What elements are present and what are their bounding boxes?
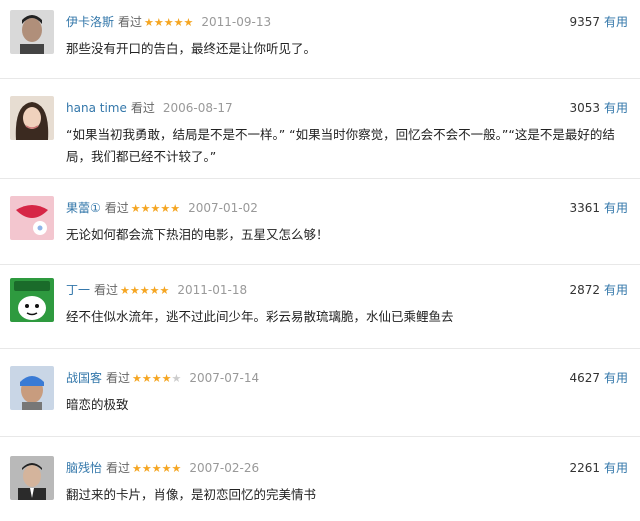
review-text: 经不住似水流年，逃不过此间少年。彩云易散琉璃脆，水仙已乘鲤鱼去 xyxy=(66,309,454,324)
portrait-female-icon xyxy=(10,96,54,140)
review-meta: 伊卡洛斯 看过 ★★★★★ 2011-09-13 xyxy=(66,14,271,31)
review-date: 2007-02-26 xyxy=(189,461,260,475)
avatar[interactable] xyxy=(10,10,54,54)
seen-label: 看过 xyxy=(130,101,155,115)
review-date: 2011-01-18 xyxy=(177,283,248,297)
review-item: 果蕾① 看过 ★★★★★ 2007-01-02 3361 有用 无论如何都会流下热泪的电… xyxy=(0,186,640,265)
useful-button[interactable]: 有用 xyxy=(604,201,628,215)
avatar[interactable] xyxy=(10,456,54,500)
vote-area: 4627 有用 xyxy=(569,370,628,386)
seen-label: 看过 xyxy=(118,15,143,29)
seen-label: 看过 xyxy=(106,461,131,475)
avatar[interactable] xyxy=(10,96,54,140)
review-item: 丁一 看过 ★★★★★ 2011-01-18 2872 有用 经不住似水流年，逃不过此间… xyxy=(0,268,640,349)
username-link[interactable]: 果蕾① xyxy=(66,201,101,215)
vote-count: 4627 xyxy=(569,371,600,385)
username-link[interactable]: 脑残怡 xyxy=(66,461,102,475)
review-text: 那些没有开口的告白，最终还是让你听见了。 xyxy=(66,41,317,56)
vote-area: 2872 有用 xyxy=(569,282,628,298)
seen-label: 看过 xyxy=(94,283,119,297)
cartoon-face-icon xyxy=(10,278,54,322)
portrait-male-icon xyxy=(10,10,54,54)
lips-flower-icon xyxy=(10,196,54,240)
username-link[interactable]: 伊卡洛斯 xyxy=(66,15,114,29)
review-date: 2011-09-13 xyxy=(201,15,272,29)
review-text: 无论如何都会流下热泪的电影，五星又怎么够！ xyxy=(66,227,329,242)
review-text: “如果当初我勇敢，结局是不是不一样。” “如果当时你察觉，回忆会不会不一般。”“… xyxy=(66,127,615,164)
useful-button[interactable]: 有用 xyxy=(604,461,628,475)
seen-label: 看过 xyxy=(104,201,129,215)
vote-area: 2261 有用 xyxy=(569,460,628,476)
useful-button[interactable]: 有用 xyxy=(604,101,628,115)
avatar[interactable] xyxy=(10,366,54,410)
portrait-suit-icon xyxy=(10,456,54,500)
review-meta: hana time 看过 2006-08-17 xyxy=(66,100,233,116)
star-empty-icon: ★ xyxy=(171,372,182,385)
star-rating: ★★★★★ xyxy=(144,16,194,29)
portrait-bandana-icon xyxy=(10,366,54,410)
vote-count: 9357 xyxy=(569,15,600,29)
vote-count: 3361 xyxy=(569,201,600,215)
review-text: 暗恋的极致 xyxy=(66,397,129,412)
useful-button[interactable]: 有用 xyxy=(604,283,628,297)
review-date: 2007-01-02 xyxy=(188,201,258,215)
useful-button[interactable]: 有用 xyxy=(604,15,628,29)
review-item: 战国客 看过 ★★★★★ 2007-07-14 4627 有用 暗恋的极致 xyxy=(0,356,640,437)
star-rating: ★★★★★ xyxy=(132,372,182,385)
username-link[interactable]: hana time xyxy=(66,101,127,115)
avatar[interactable] xyxy=(10,196,54,240)
useful-button[interactable]: 有用 xyxy=(604,371,628,385)
review-meta: 脑残怡 看过 ★★★★★ 2007-02-26 xyxy=(66,460,259,477)
review-meta: 丁一 看过 ★★★★★ 2011-01-18 xyxy=(66,282,247,299)
star-rating: ★★★★★ xyxy=(132,462,182,475)
review-text: 翻过来的卡片，肖像，是初恋回忆的完美情书 xyxy=(66,487,317,502)
review-list: 伊卡洛斯 看过 ★★★★★ 2011-09-13 9357 有用 那些没有开口的告白，最… xyxy=(0,0,640,521)
vote-count: 2872 xyxy=(569,283,600,297)
vote-count: 2261 xyxy=(569,461,600,475)
avatar[interactable] xyxy=(10,278,54,322)
username-link[interactable]: 丁一 xyxy=(66,283,90,297)
review-item: hana time 看过 2006-08-17 3053 有用 “如果当初我勇敢，结局… xyxy=(0,86,640,179)
vote-area: 9357 有用 xyxy=(569,14,628,30)
review-item: 伊卡洛斯 看过 ★★★★★ 2011-09-13 9357 有用 那些没有开口的告白，最… xyxy=(0,0,640,79)
review-date: 2006-08-17 xyxy=(162,101,233,115)
star-rating: ★★★★★ xyxy=(120,284,170,297)
seen-label: 看过 xyxy=(106,371,131,385)
star-rating: ★★★★★ xyxy=(130,202,181,215)
vote-area: 3361 有用 xyxy=(569,200,628,216)
review-meta: 战国客 看过 ★★★★★ 2007-07-14 xyxy=(66,370,259,387)
vote-count: 3053 xyxy=(569,101,600,115)
vote-area: 3053 有用 xyxy=(569,100,628,116)
review-meta: 果蕾① 看过 ★★★★★ 2007-01-02 xyxy=(66,200,258,217)
review-item: 脑残怡 看过 ★★★★★ 2007-02-26 2261 有用 翻过来的卡片，肖像，是初… xyxy=(0,446,640,521)
review-date: 2007-07-14 xyxy=(189,371,260,385)
username-link[interactable]: 战国客 xyxy=(66,371,102,385)
